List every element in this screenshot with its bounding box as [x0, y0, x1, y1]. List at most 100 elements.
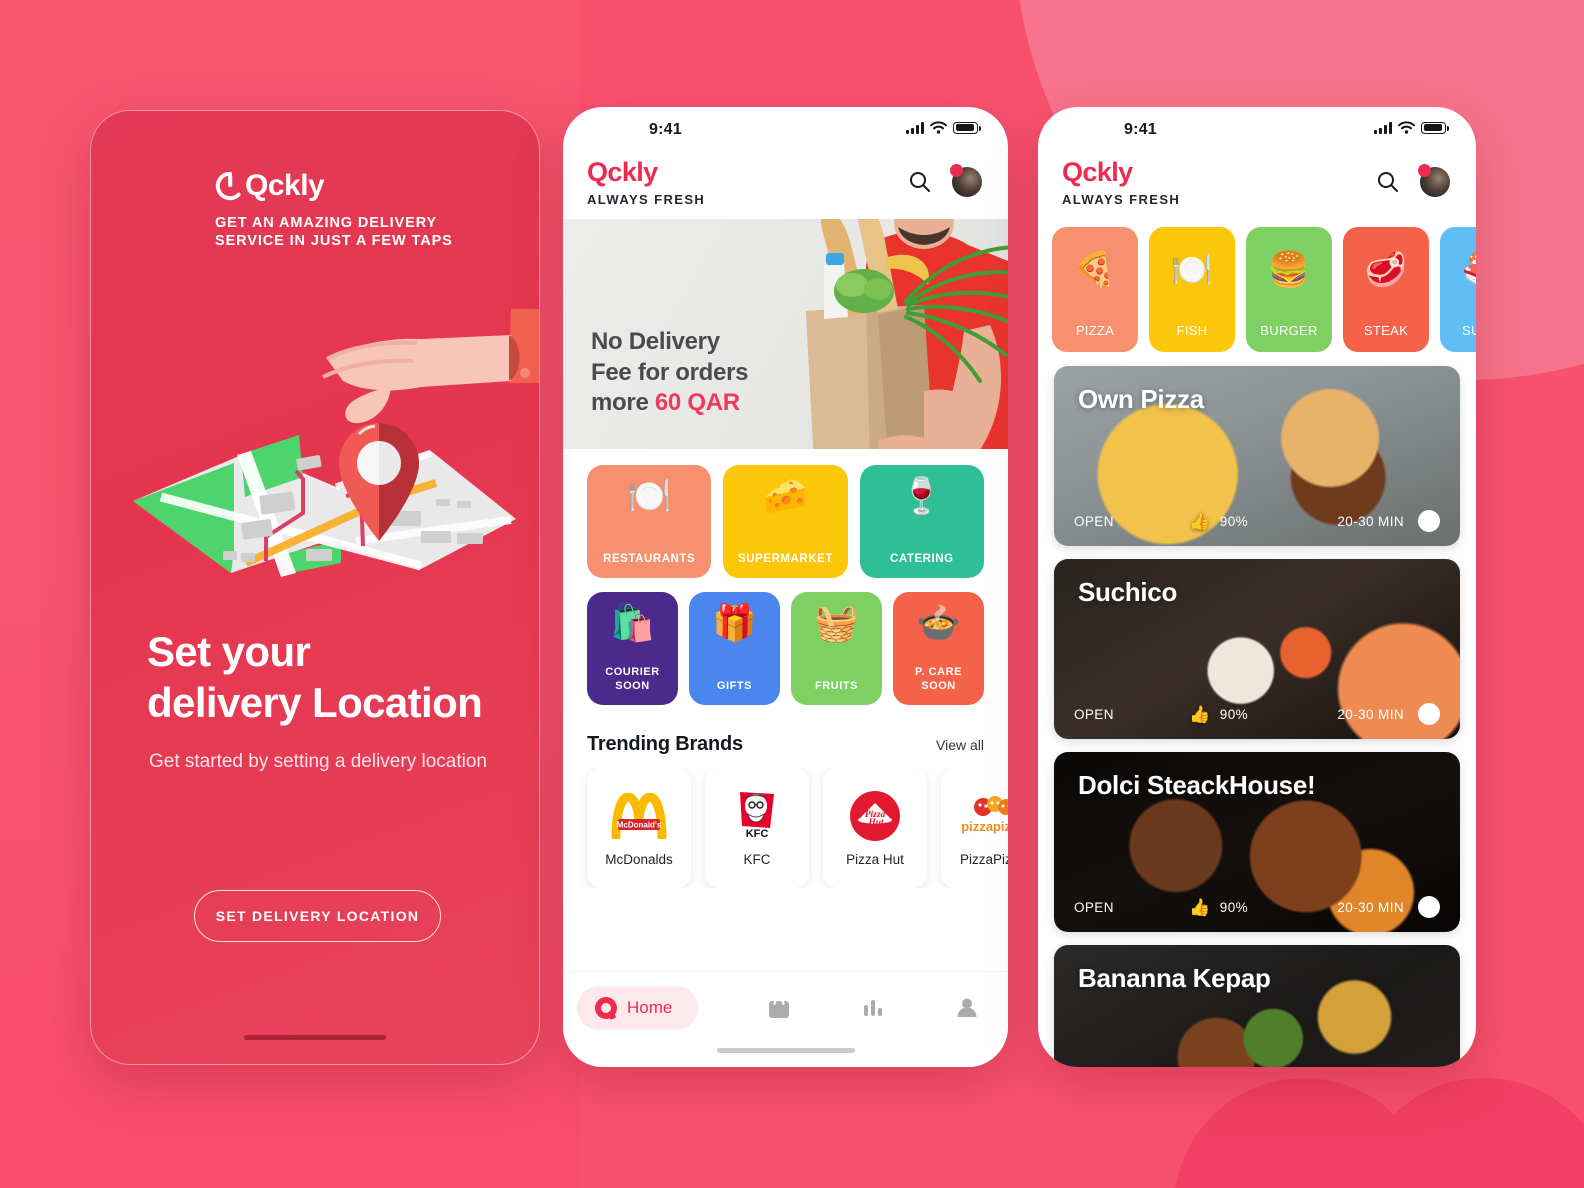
app-header: Qckly ALWAYS FRESH — [1038, 153, 1476, 219]
bottom-tab-bar: Home — [563, 971, 1008, 1067]
tab-profile[interactable] — [954, 986, 980, 1030]
tile-catering[interactable]: 🍷 CATERING — [859, 465, 984, 578]
search-icon[interactable] — [908, 170, 932, 194]
category-tiles-row-2: 🛍️ COURIER SOON 🎁 GIFTS 🧺 FRUITS 🍲 P. CARE SOON — [563, 580, 1008, 711]
kfc-logo: KFC — [732, 790, 782, 842]
trending-brands-header: Trending Brands View all — [563, 711, 1008, 768]
category-chip-row: 🍕 PIZZA 🍽️ FISH 🍔 BURGER 🥩 STEAK 🍣 SUCHI — [1038, 219, 1476, 366]
stats-bars-icon — [864, 1000, 883, 1016]
restaurant-card[interactable]: Bananna Kepap — [1054, 945, 1460, 1067]
burger-icon: 🍔 — [1267, 251, 1311, 289]
promo-banner[interactable]: No Delivery Fee for orders more 60 QAR — [563, 219, 1008, 449]
pizza-hut-logo: Pizza Hut — [849, 790, 901, 842]
mcdonalds-logo: McDonald's — [608, 790, 670, 842]
tile-p-care-soon[interactable]: 🍲 P. CARE SOON — [893, 592, 984, 705]
restaurant-list: Own Pizza OPEN 👍 90% 20-30 MIN Suchico OPEN 👍 90… — [1038, 366, 1476, 1067]
banner-line-3: more 60 QAR — [591, 388, 748, 419]
set-delivery-location-button[interactable]: SET DELIVERY LOCATION — [194, 890, 441, 942]
onboarding-logo-text: Qckly — [245, 169, 325, 202]
tile-courier-soon[interactable]: 🛍️ COURIER SOON — [587, 592, 678, 705]
restaurants-icon: 🍽️ — [626, 475, 672, 516]
brand-name: Qckly — [587, 157, 658, 187]
tile-label: CATERING — [890, 552, 954, 565]
restaurant-meta: OPEN 👍 90% 20-30 MIN — [1054, 896, 1460, 918]
favorite-button[interactable] — [1418, 510, 1440, 532]
banner-line-3-prefix: more — [591, 389, 655, 417]
gifts-icon: 🎁 — [712, 602, 757, 643]
restaurant-eta: 20-30 MIN — [1337, 899, 1404, 915]
onboarding-logo: Qckly — [215, 169, 325, 203]
header-actions — [908, 159, 982, 197]
tab-stats[interactable] — [860, 986, 886, 1030]
tab-orders[interactable] — [766, 986, 792, 1030]
brand-card-name: PizzaPizza — [959, 851, 1008, 867]
cellular-signal-icon — [906, 121, 924, 134]
sushi-icon: 🍣 — [1462, 253, 1476, 287]
search-icon[interactable] — [1376, 170, 1400, 194]
brand-list: McDonald's McDonalds KFC KFC Pizza Hut Pizza H… — [563, 768, 1008, 888]
brand-card[interactable]: Pizza Hut Pizza Hut — [823, 768, 927, 888]
status-bar: 9:41 — [563, 107, 1008, 153]
brand-card[interactable]: KFC KFC — [705, 768, 809, 888]
app-header: Qckly ALWAYS FRESH — [563, 153, 1008, 219]
qckly-mark-icon — [215, 171, 241, 201]
brand-card[interactable]: McDonald's McDonalds — [587, 768, 691, 888]
status-bar: 9:41 — [1038, 107, 1476, 153]
restaurant-card[interactable]: Suchico OPEN 👍 90% 20-30 MIN — [1054, 559, 1460, 739]
onboarding-screen: Qckly GET AN AMAZING DELIVERY SERVICE IN… — [90, 110, 540, 1065]
home-indicator — [716, 1048, 855, 1053]
restaurant-meta: OPEN 👍 90% 20-30 MIN — [1054, 510, 1460, 532]
category-chip-suchi[interactable]: 🍣 SUCHI — [1440, 227, 1476, 352]
category-chip-label: BURGER — [1260, 323, 1318, 338]
favorite-button[interactable] — [1418, 703, 1440, 725]
tile-restaurants[interactable]: 🍽️ RESTAURANTS — [587, 465, 712, 578]
delivery-person-photo — [806, 219, 1008, 449]
avatar[interactable] — [1418, 164, 1450, 197]
fruits-icon: 🧺 — [814, 602, 859, 643]
view-all-link[interactable]: View all — [936, 737, 984, 753]
orders-bag-icon — [769, 998, 790, 1018]
tab-home-label: Home — [627, 998, 673, 1017]
catering-icon: 🍷 — [899, 475, 945, 516]
brand-card[interactable]: pizzapizza PizzaPizza — [941, 768, 1008, 888]
svg-text:Hut: Hut — [867, 818, 884, 828]
steak-icon: 🥩 — [1364, 251, 1408, 289]
category-chip-fish[interactable]: 🍽️ FISH — [1149, 227, 1235, 352]
header-actions — [1376, 159, 1450, 197]
restaurant-rating: 90% — [1219, 899, 1249, 915]
tab-home[interactable]: Home — [577, 986, 699, 1030]
section-title: Trending Brands — [587, 733, 743, 755]
tile-label: COURIER SOON — [605, 665, 660, 693]
restaurant-name: Bananna Kepap — [1078, 963, 1271, 993]
banner-line-1: No Delivery — [591, 328, 720, 355]
brand-name: Qckly — [1062, 157, 1133, 187]
restaurant-name: Own Pizza — [1078, 384, 1204, 414]
favorite-button[interactable] — [1418, 896, 1440, 918]
tile-label: SUPERMARKET — [738, 552, 833, 565]
onboarding-tagline: GET AN AMAZING DELIVERY SERVICE IN JUST … — [215, 215, 453, 250]
category-chip-burger[interactable]: 🍔 BURGER — [1246, 227, 1332, 352]
tile-label: GIFTS — [716, 680, 753, 693]
banner-text: No Delivery Fee for orders more 60 QAR — [591, 327, 748, 419]
tile-fruits[interactable]: 🧺 FRUITS — [791, 592, 882, 705]
svg-text:pizzapizza: pizzapizza — [961, 819, 1008, 834]
brand-card-name: KFC — [743, 851, 771, 867]
category-chip-steak[interactable]: 🥩 STEAK — [1343, 227, 1429, 352]
restaurant-rating-group: 👍 90% — [1100, 513, 1338, 530]
tile-supermarket[interactable]: 🧀 SUPERMARKET — [723, 465, 848, 578]
battery-icon — [953, 121, 981, 134]
courier-icon: 🛍️ — [610, 602, 655, 643]
tile-label: FRUITS — [814, 680, 859, 693]
home-indicator — [244, 1035, 386, 1040]
tile-gifts[interactable]: 🎁 GIFTS — [689, 592, 780, 705]
category-chip-pizza[interactable]: 🍕 PIZZA — [1052, 227, 1138, 352]
avatar[interactable] — [950, 164, 982, 197]
restaurant-card[interactable]: Dolci SteackHouse! OPEN 👍 90% 20-30 MIN — [1054, 752, 1460, 932]
wifi-icon — [1398, 121, 1415, 134]
restaurant-card[interactable]: Own Pizza OPEN 👍 90% 20-30 MIN — [1054, 366, 1460, 546]
brand-card-name: McDonalds — [605, 851, 673, 867]
restaurant-name: Suchico — [1078, 577, 1178, 607]
restaurant-rating: 90% — [1219, 706, 1249, 722]
status-indicators — [1374, 121, 1449, 134]
thumbs-up-icon: 👍 — [1189, 897, 1211, 917]
